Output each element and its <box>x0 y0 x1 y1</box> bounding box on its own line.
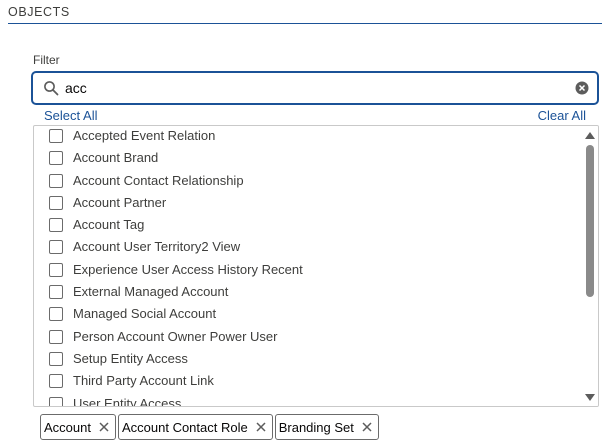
list-item-label: Account Tag <box>73 217 145 233</box>
section-title: OBJECTS <box>8 5 70 19</box>
close-icon[interactable] <box>256 422 266 432</box>
filter-search-box[interactable] <box>31 71 599 105</box>
list-item[interactable]: Accepted Event Relation <box>34 126 579 148</box>
search-icon <box>44 81 59 96</box>
list-item[interactable]: Account User Territory2 View <box>34 237 579 259</box>
clear-all-link[interactable]: Clear All <box>538 108 586 123</box>
pill-label: Account Contact Role <box>121 419 248 435</box>
list-item[interactable]: Setup Entity Access <box>34 349 579 371</box>
select-all-link[interactable]: Select All <box>44 108 97 123</box>
list-item-label: User Entity Access <box>73 395 182 407</box>
list-item-label: Person Account Owner Power User <box>73 328 278 344</box>
checkbox[interactable] <box>49 285 63 300</box>
list-item-label: Third Party Account Link <box>73 373 214 389</box>
checkbox[interactable] <box>49 396 63 406</box>
list-item-label: Setup Entity Access <box>73 350 188 366</box>
checkbox[interactable] <box>49 195 63 210</box>
list-item-label: Accepted Event Relation <box>73 128 216 143</box>
filter-input[interactable] <box>65 77 565 99</box>
objects-listbox[interactable]: Accepted Event Relation Account Brand Acco… <box>33 125 599 407</box>
checkbox[interactable] <box>49 218 63 233</box>
list-item[interactable]: Third Party Account Link <box>34 371 579 393</box>
pill-label: Branding Set <box>278 419 354 435</box>
scroll-down-arrow-icon[interactable] <box>585 394 595 401</box>
checkbox[interactable] <box>49 173 63 188</box>
scroll-thumb[interactable] <box>586 145 594 297</box>
checkbox[interactable] <box>49 151 63 166</box>
close-icon[interactable] <box>99 422 109 432</box>
selected-pill: Branding Set <box>274 414 379 440</box>
list-item-label: Account User Territory2 View <box>73 239 241 255</box>
checkbox[interactable] <box>49 307 63 322</box>
list-item[interactable]: Account Brand <box>34 148 579 170</box>
section-header: OBJECTS <box>8 4 602 24</box>
checkbox[interactable] <box>49 262 63 277</box>
list-item[interactable]: Person Account Owner Power User <box>34 327 579 349</box>
clear-circle-icon[interactable] <box>575 81 589 95</box>
checkbox[interactable] <box>49 374 63 389</box>
list-item-label: Managed Social Account <box>73 306 217 322</box>
close-icon[interactable] <box>362 422 372 432</box>
list-item-label: Account Brand <box>73 150 159 166</box>
list-item[interactable]: Experience User Access History Recent <box>34 260 579 282</box>
list-item-label: Account Contact Relationship <box>73 172 244 188</box>
list-item[interactable]: User Entity Access <box>34 394 579 407</box>
filter-label: Filter <box>33 53 60 67</box>
objects-list: Accepted Event Relation Account Brand Acco… <box>34 126 579 407</box>
list-item[interactable]: External Managed Account <box>34 282 579 304</box>
scroll-up-arrow-icon[interactable] <box>585 132 595 139</box>
selected-pills: Account Account Contact Role Branding Set <box>40 414 381 442</box>
list-item-label: External Managed Account <box>73 284 229 300</box>
list-item-label: Account Partner <box>73 194 167 210</box>
list-item[interactable]: Account Tag <box>34 215 579 237</box>
list-item-label: Experience User Access History Recent <box>73 261 303 277</box>
checkbox[interactable] <box>49 329 63 344</box>
pill-label: Account <box>44 419 91 435</box>
list-item[interactable]: Account Partner <box>34 193 579 215</box>
checkbox[interactable] <box>49 129 63 143</box>
vertical-scrollbar[interactable] <box>582 126 598 406</box>
checkbox[interactable] <box>49 240 63 255</box>
checkbox[interactable] <box>49 351 63 366</box>
list-item[interactable]: Account Contact Relationship <box>34 171 579 193</box>
selected-pill: Account <box>40 414 116 440</box>
list-item[interactable]: Managed Social Account <box>34 304 579 326</box>
selected-pill: Account Contact Role <box>117 414 273 440</box>
